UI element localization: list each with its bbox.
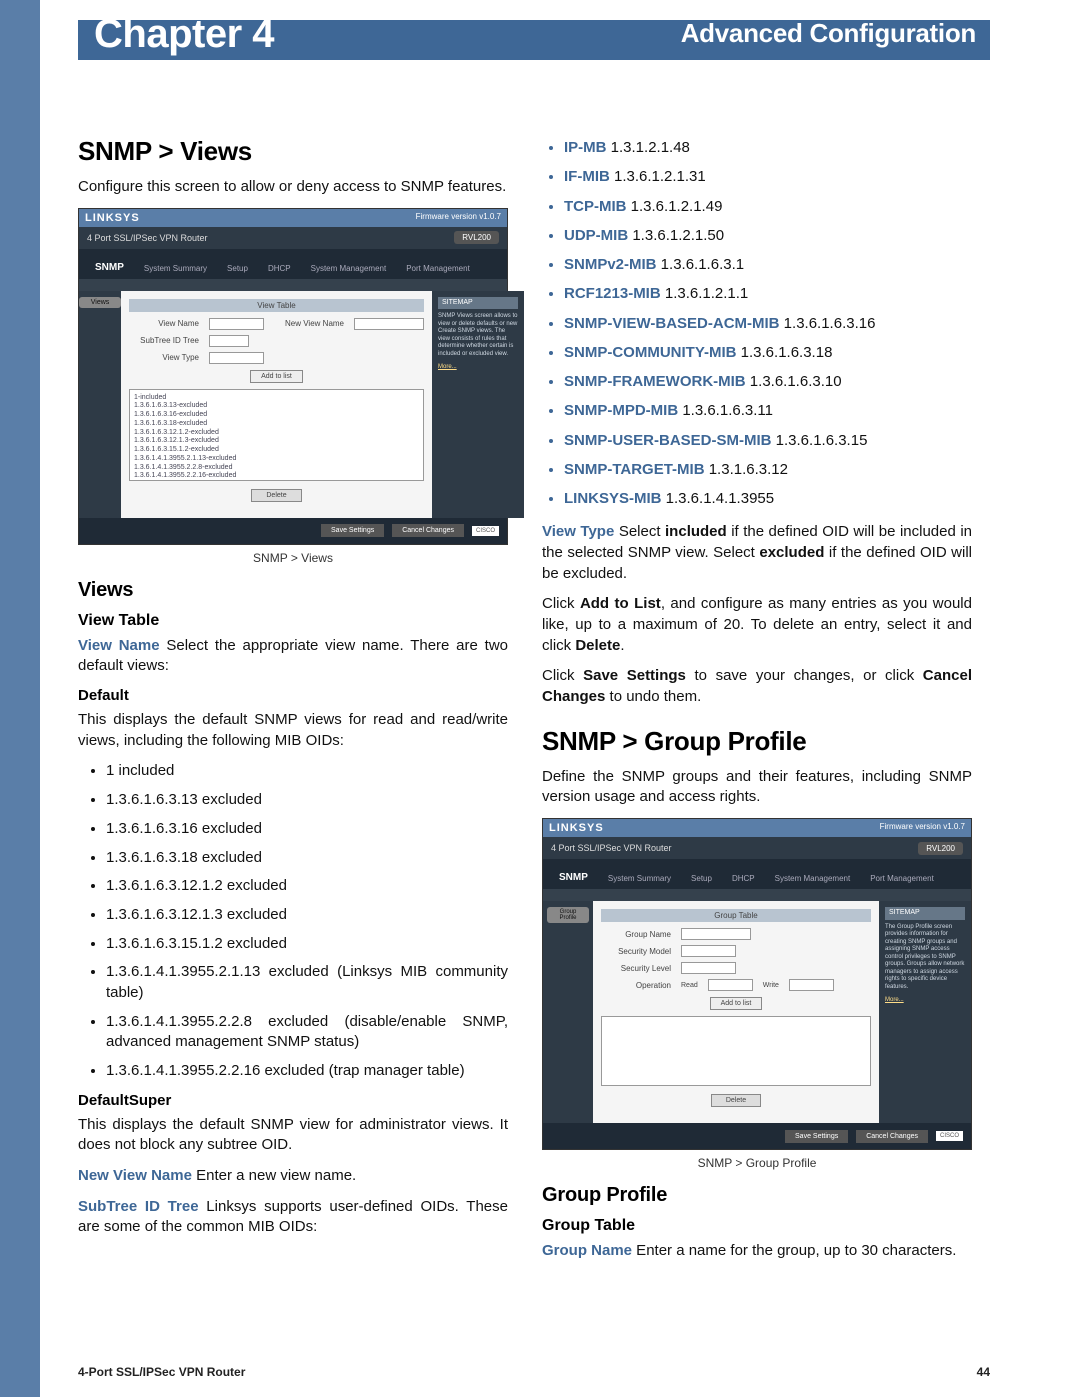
shot-nav: SNMP System Summary Setup DHCP System Ma…	[79, 249, 507, 279]
para-view-name: View Name Select the appropriate view na…	[78, 636, 508, 677]
heading-group-table: Group Table	[542, 1217, 972, 1235]
bold-save-settings: Save Settings	[583, 667, 686, 684]
list-item: 1.3.6.1.6.3.12.1.2 excluded	[106, 876, 508, 897]
nav-active: SNMP	[85, 258, 134, 279]
list-item: 1.3.6.1.6.3.18 excluded	[106, 848, 508, 869]
page-content: Chapter 4 Advanced Configuration SNMP > …	[78, 0, 990, 1272]
list-item: SNMP-USER-BASED-SM-MIB 1.3.6.1.6.3.15	[564, 429, 972, 452]
mib-name: SNMP-TARGET-MIB	[564, 461, 705, 478]
para-view-type: View Type Select included if the defined…	[542, 522, 972, 584]
heading-views: Views	[78, 579, 508, 602]
shot-logo: LINKSYS	[85, 212, 140, 224]
mib-name: SNMP-COMMUNITY-MIB	[564, 344, 737, 361]
para-defaultsuper: This displays the default SNMP view for …	[78, 1115, 508, 1156]
list-item: UDP-MIB 1.3.6.1.2.1.50	[564, 224, 972, 247]
right-column: IP-MB 1.3.1.2.1.48 IF-MIB 1.3.6.1.2.1.31 T…	[542, 136, 972, 1272]
heading-view-table: View Table	[78, 612, 508, 630]
para-new-view: New View Name Enter a new view name.	[78, 1166, 508, 1187]
mib-name: IP-MB	[564, 139, 607, 156]
list-item: RCF1213-MIB 1.3.6.1.2.1.1	[564, 282, 972, 305]
heading-defaultsuper: DefaultSuper	[78, 1092, 508, 1109]
shot-title: 4 Port SSL/IPSec VPN Router	[87, 233, 208, 243]
page-header: Chapter 4 Advanced Configuration	[78, 0, 990, 66]
chapter-number: 4	[252, 12, 274, 56]
mib-name: UDP-MIB	[564, 227, 628, 244]
figure1-caption: SNMP > Views	[78, 551, 508, 565]
footer-page-number: 44	[977, 1365, 990, 1379]
figure-snmp-views: LINKSYS Firmware version v1.0.7 4 Port S…	[78, 208, 508, 545]
para-save: Click Save Settings to save your changes…	[542, 666, 972, 707]
term-new-view-name: New View Name	[78, 1167, 192, 1184]
bold-delete: Delete	[575, 637, 620, 654]
mib-name: TCP-MIB	[564, 198, 627, 215]
shot-add-btn: Add to list	[250, 370, 303, 383]
mib-name: SNMP-USER-BASED-SM-MIB	[564, 432, 772, 449]
intro-text: Configure this screen to allow or deny a…	[78, 177, 508, 198]
mib-name: SNMP-FRAMEWORK-MIB	[564, 373, 746, 390]
section-title: Advanced Configuration	[681, 18, 976, 49]
shot-version: Firmware version v1.0.7	[416, 212, 501, 224]
list-item: 1.3.6.1.6.3.15.1.2 excluded	[106, 934, 508, 955]
bold-excluded: excluded	[759, 544, 824, 561]
list-item: 1.3.6.1.6.3.16 excluded	[106, 819, 508, 840]
list-item: 1.3.6.1.6.3.13 excluded	[106, 790, 508, 811]
list-item: SNMP-COMMUNITY-MIB 1.3.6.1.6.3.18	[564, 341, 972, 364]
bold-included: included	[665, 523, 727, 540]
para-default: This displays the default SNMP views for…	[78, 710, 508, 751]
list-item: 1.3.6.1.6.3.12.1.3 excluded	[106, 905, 508, 926]
page-footer: 4-Port SSL/IPSec VPN Router 44	[78, 1365, 990, 1379]
list-item: SNMP-MPD-MIB 1.3.6.1.6.3.11	[564, 399, 972, 422]
default-oid-list: 1 included 1.3.6.1.6.3.13 excluded 1.3.6.1…	[78, 761, 508, 1081]
mib-name: IF-MIB	[564, 168, 610, 185]
mib-name: SNMP-VIEW-BASED-ACM-MIB	[564, 315, 780, 332]
para-add-to-list: Click Add to List, and configure as many…	[542, 594, 972, 656]
mib-name: SNMPv2-MIB	[564, 256, 657, 273]
list-item: 1 included	[106, 761, 508, 782]
para-group-intro: Define the SNMP groups and their feature…	[542, 767, 972, 808]
left-accent-strip	[0, 0, 40, 1397]
term-subtree-id: SubTree ID Tree	[78, 1198, 199, 1215]
list-item: 1.3.6.1.4.1.3955.2.2.8 excluded (disable…	[106, 1012, 508, 1053]
figure2-caption: SNMP > Group Profile	[542, 1156, 972, 1170]
list-item: SNMP-TARGET-MIB 1.3.1.6.3.12	[564, 458, 972, 481]
mib-name: LINKSYS-MIB	[564, 490, 662, 507]
list-item: SNMPv2-MIB 1.3.6.1.6.3.1	[564, 253, 972, 276]
list-item: IF-MIB 1.3.6.1.2.1.31	[564, 165, 972, 188]
list-item: 1.3.6.1.4.1.3955.2.1.13 excluded (Linksy…	[106, 962, 508, 1003]
list-item: IP-MB 1.3.1.2.1.48	[564, 136, 972, 159]
list-item: TCP-MIB 1.3.6.1.2.1.49	[564, 195, 972, 218]
list-item: SNMP-FRAMEWORK-MIB 1.3.6.1.6.3.10	[564, 370, 972, 393]
shot-model: RVL200	[454, 231, 499, 244]
heading-group-profile: Group Profile	[542, 1184, 972, 1207]
para-group-name: Group Name Enter a name for the group, u…	[542, 1241, 972, 1262]
list-item: SNMP-VIEW-BASED-ACM-MIB 1.3.6.1.6.3.16	[564, 312, 972, 335]
mib-name: SNMP-MPD-MIB	[564, 402, 678, 419]
bold-add-to-list: Add to List	[580, 595, 661, 612]
chapter-title: Chapter 4	[94, 12, 274, 57]
footer-left: 4-Port SSL/IPSec VPN Router	[78, 1365, 245, 1379]
left-column: SNMP > Views Configure this screen to al…	[78, 136, 508, 1272]
term-group-name: Group Name	[542, 1242, 632, 1259]
heading-snmp-views: SNMP > Views	[78, 136, 508, 167]
shot-left-pill: Views	[79, 297, 121, 308]
list-item: 1.3.6.1.4.1.3955.2.2.16 excluded (trap m…	[106, 1061, 508, 1082]
mib-name: RCF1213-MIB	[564, 285, 661, 302]
term-view-type: View Type	[542, 523, 614, 540]
shot-form-title: View Table	[129, 299, 424, 312]
figure-snmp-group-profile: LINKSYS Firmware version v1.0.7 4 Port S…	[542, 818, 972, 1150]
term-view-name: View Name	[78, 637, 160, 654]
mib-oid-list: IP-MB 1.3.1.2.1.48 IF-MIB 1.3.6.1.2.1.31 T…	[542, 136, 972, 510]
list-item: LINKSYS-MIB 1.3.6.1.4.1.3955	[564, 487, 972, 510]
heading-default: Default	[78, 687, 508, 704]
chapter-word: Chapter	[94, 12, 242, 56]
heading-snmp-group-profile: SNMP > Group Profile	[542, 726, 972, 757]
shot-delete: Delete	[251, 489, 301, 502]
shot-listbox: 1-included 1.3.6.1.6.3.13-excluded 1.3.6…	[129, 389, 424, 481]
para-subtree: SubTree ID Tree Linksys supports user-de…	[78, 1197, 508, 1238]
